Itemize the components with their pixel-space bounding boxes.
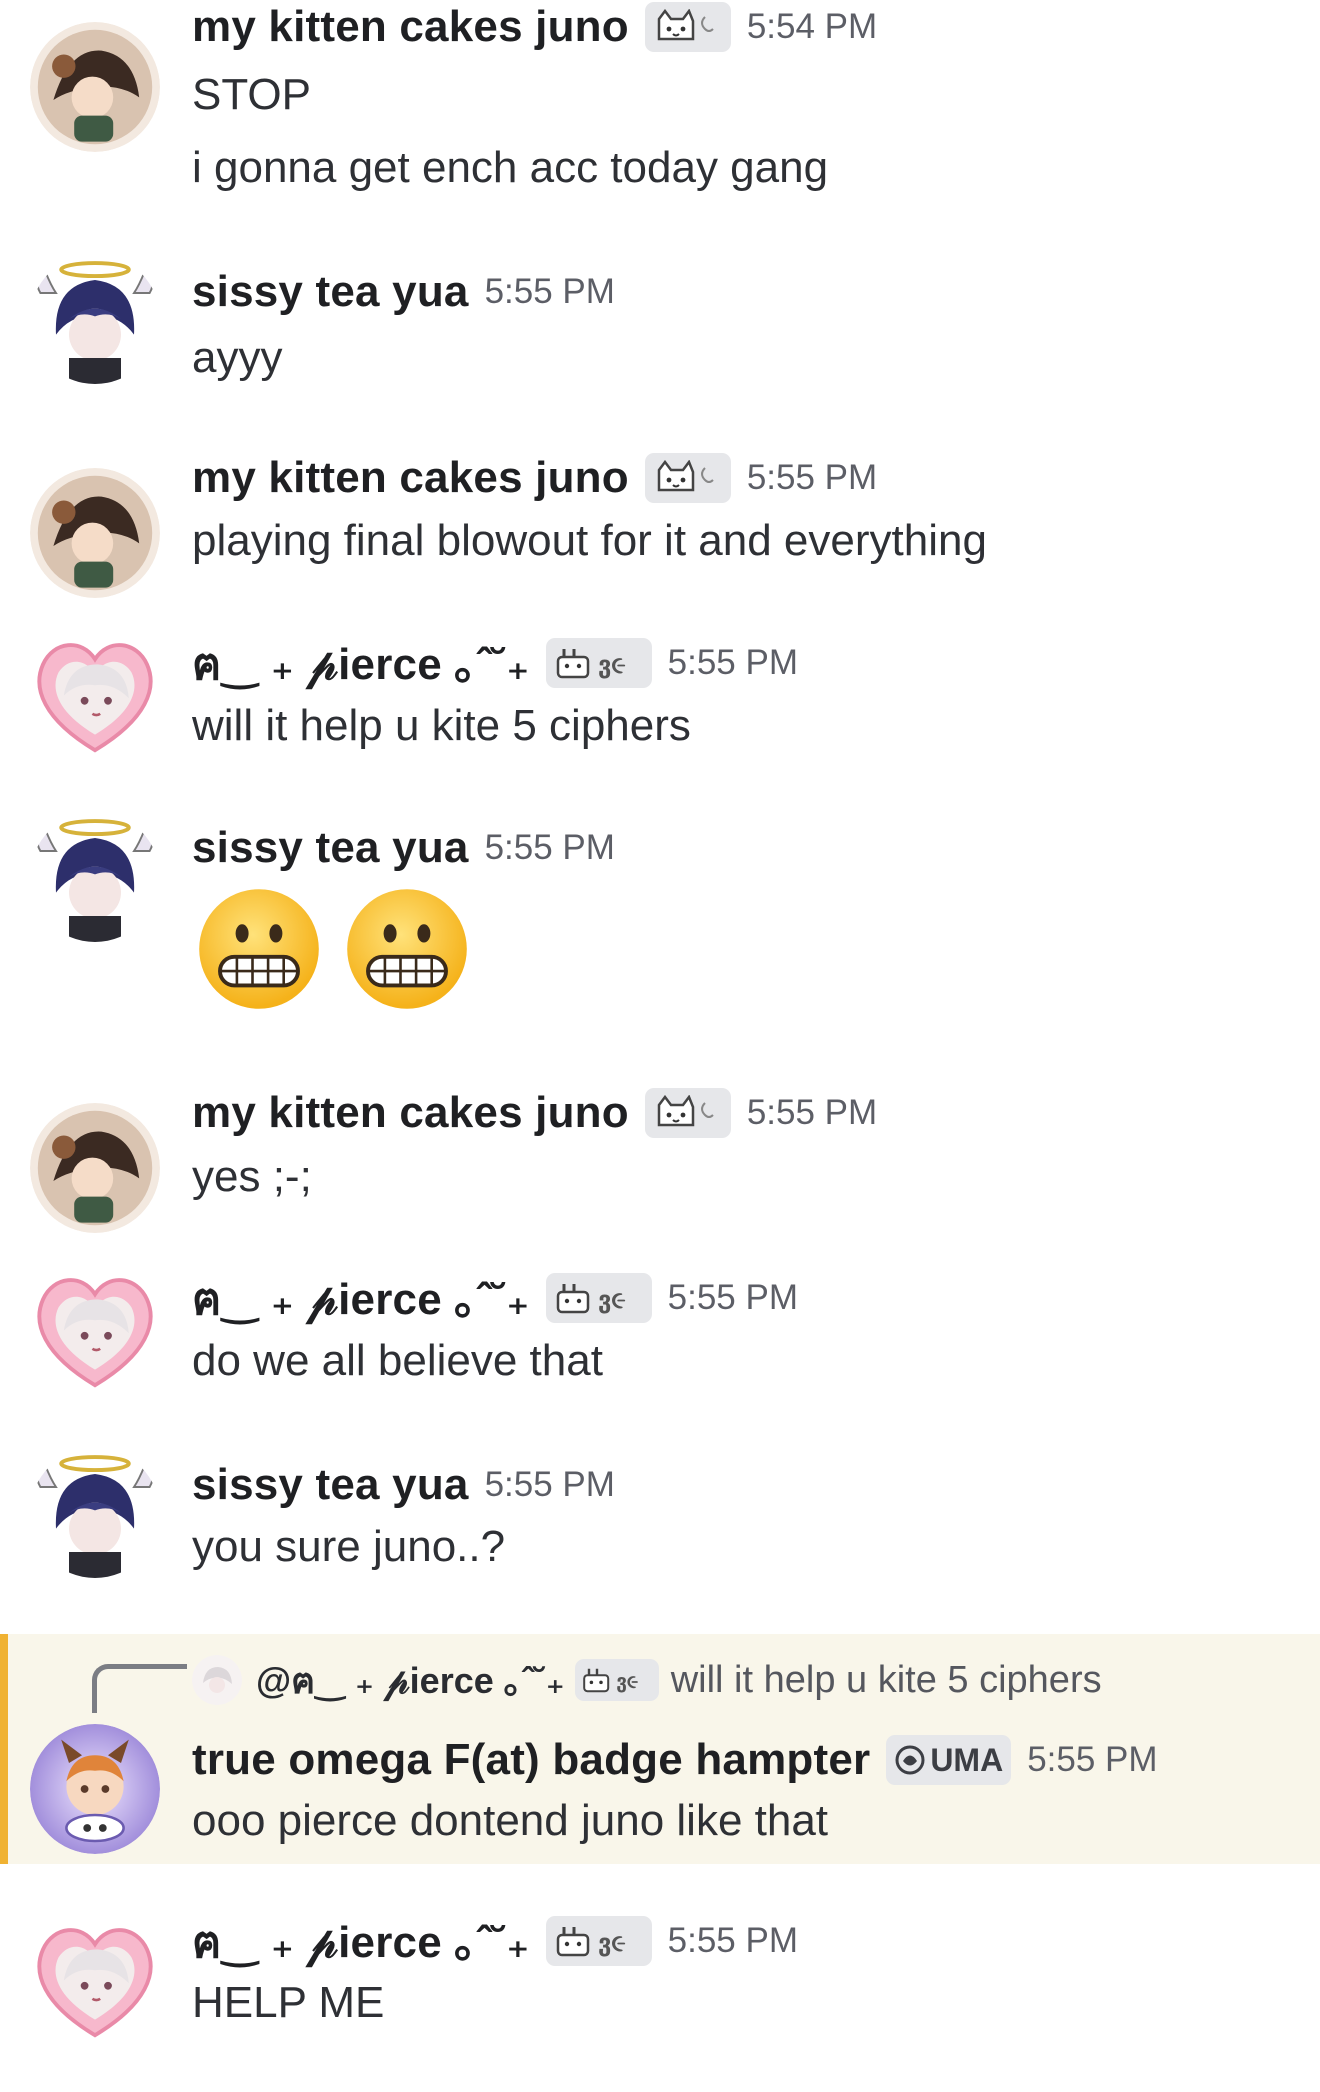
message-header: my kitten cakes juno 5:54 PM <box>192 0 877 57</box>
message-text: i gonna get ench acc today gang <box>192 143 829 192</box>
author-name[interactable]: ฅ‿ ₊ 𝓅ierce ｡ˆ˘₊ <box>192 628 530 699</box>
timestamp: 5:55 PM <box>1027 1740 1158 1779</box>
reply-author[interactable]: @ฅ‿ ₊ 𝓅ierce ｡ˆ˘₊ <box>256 1652 565 1709</box>
author-name[interactable]: sissy tea yua <box>192 823 469 873</box>
guild-tag[interactable]: ვ૯ <box>545 638 652 688</box>
avatar-yua-art <box>30 254 160 384</box>
avatar-yua[interactable] <box>30 254 160 384</box>
guild-tag[interactable]: ვ૯ <box>545 1273 652 1323</box>
message-text: will it help u kite 5 ciphers <box>192 701 691 750</box>
avatar-juno[interactable] <box>30 1103 160 1233</box>
author-name[interactable]: ฅ‿ ₊ 𝓅ierce ｡ˆ˘₊ <box>192 1906 530 1977</box>
message-header: my kitten cakes juno 5:55 PM <box>192 1083 877 1143</box>
timestamp: 5:55 PM <box>667 1278 798 1317</box>
timestamp: 5:55 PM <box>484 828 615 867</box>
mention-accent-bar <box>0 1634 8 1864</box>
avatar-pierce[interactable] <box>30 1913 160 2043</box>
bunny-face-icon: ვ૯ <box>556 649 626 679</box>
timestamp: 5:54 PM <box>746 7 878 46</box>
bunny-face-icon: ვ૯ <box>582 1668 638 1693</box>
message-text: ooo pierce dontend juno like that <box>192 1796 829 1845</box>
bunny-face-icon: ვ૯ <box>556 1284 626 1314</box>
guild-tag[interactable] <box>644 453 731 503</box>
reply-avatar <box>192 1655 242 1705</box>
cat-face-icon <box>657 9 714 41</box>
shield-badge-icon <box>895 1745 925 1775</box>
guild-tag-uma[interactable]: UMA <box>886 1735 1012 1785</box>
timestamp: 5:55 PM <box>484 1465 615 1504</box>
avatar-yua[interactable] <box>30 812 160 942</box>
author-name[interactable]: ฅ‿ ₊ 𝓅ierce ｡ˆ˘₊ <box>192 1263 530 1334</box>
message-text: STOP <box>192 70 312 119</box>
guild-tag-label: UMA <box>930 1741 1004 1778</box>
avatar-juno-art <box>30 468 160 598</box>
reply-connector <box>92 1664 187 1713</box>
message-text: you sure juno..? <box>192 1522 506 1571</box>
avatar-pierce-art <box>37 643 153 753</box>
avatar-juno-art <box>30 22 160 152</box>
avatar-pierce[interactable] <box>30 628 160 758</box>
message-text: HELP ME <box>192 1978 385 2027</box>
message-header: true omega F(at) badge hampter UMA 5:55 … <box>192 1730 1158 1790</box>
author-name[interactable]: sissy tea yua <box>192 267 469 317</box>
message-header: ฅ‿ ₊ 𝓅ierce ｡ˆ˘₊ ვ૯ 5:55 PM <box>192 1911 798 1971</box>
avatar-pierce[interactable] <box>30 1263 160 1393</box>
svg-text:ვ૯: ვ૯ <box>598 1929 626 1957</box>
avatar-pierce-art <box>37 1278 153 1388</box>
guild-tag[interactable]: ვ૯ <box>574 1659 659 1701</box>
guild-tag[interactable] <box>644 1088 731 1138</box>
message-header: my kitten cakes juno 5:55 PM <box>192 448 877 508</box>
timestamp: 5:55 PM <box>746 458 878 497</box>
avatar-juno-art <box>30 1103 160 1233</box>
grimacing-face-emoji[interactable] <box>192 884 326 1014</box>
guild-tag[interactable] <box>644 2 731 52</box>
avatar-pierce-art <box>37 1928 153 2038</box>
emoji-row <box>192 884 474 1014</box>
cat-face-icon <box>657 1095 714 1127</box>
timestamp: 5:55 PM <box>484 272 615 311</box>
message-header: sissy tea yua 5:55 PM <box>192 818 615 878</box>
svg-text:ვ૯: ვ૯ <box>616 1670 638 1693</box>
reply-reference[interactable]: @ฅ‿ ₊ 𝓅ierce ｡ˆ˘₊ ვ૯ will it help u kite… <box>192 1650 1102 1710</box>
avatar-juno[interactable] <box>30 22 160 152</box>
avatar-yua[interactable] <box>30 1448 160 1578</box>
timestamp: 5:55 PM <box>667 643 798 682</box>
message-header: ฅ‿ ₊ 𝓅ierce ｡ˆ˘₊ ვ૯ 5:55 PM <box>192 633 798 693</box>
author-name[interactable]: my kitten cakes juno <box>192 1088 629 1138</box>
avatar-hampter[interactable] <box>30 1724 160 1854</box>
avatar-juno[interactable] <box>30 468 160 598</box>
avatar-yua-art <box>30 812 160 942</box>
message-text: do we all believe that <box>192 1336 603 1385</box>
svg-text:ვ૯: ვ૯ <box>598 1286 626 1314</box>
timestamp: 5:55 PM <box>746 1093 878 1132</box>
author-name[interactable]: sissy tea yua <box>192 1460 469 1510</box>
avatar-yua-art <box>30 1448 160 1578</box>
reply-excerpt: will it help u kite 5 ciphers <box>670 1658 1102 1701</box>
message-header: sissy tea yua 5:55 PM <box>192 1455 615 1515</box>
avatar-pierce-mini <box>192 1655 242 1705</box>
message-text: yes ;-; <box>192 1152 312 1201</box>
message-text: playing final blowout for it and everyth… <box>192 516 987 565</box>
avatar-hampter-art <box>30 1724 160 1854</box>
message-header: sissy tea yua 5:55 PM <box>192 262 615 322</box>
timestamp: 5:55 PM <box>667 1921 798 1960</box>
bunny-face-icon: ვ૯ <box>556 1927 626 1957</box>
author-name[interactable]: my kitten cakes juno <box>192 2 629 52</box>
author-name[interactable]: true omega F(at) badge hampter <box>192 1735 870 1785</box>
grimacing-face-emoji[interactable] <box>340 884 474 1014</box>
guild-tag[interactable]: ვ૯ <box>545 1916 652 1966</box>
svg-text:ვ૯: ვ૯ <box>598 651 626 679</box>
author-name[interactable]: my kitten cakes juno <box>192 453 629 503</box>
message-header: ฅ‿ ₊ 𝓅ierce ｡ˆ˘₊ ვ૯ 5:55 PM <box>192 1268 798 1328</box>
message-text: ayyy <box>192 333 283 382</box>
cat-face-icon <box>657 460 714 492</box>
